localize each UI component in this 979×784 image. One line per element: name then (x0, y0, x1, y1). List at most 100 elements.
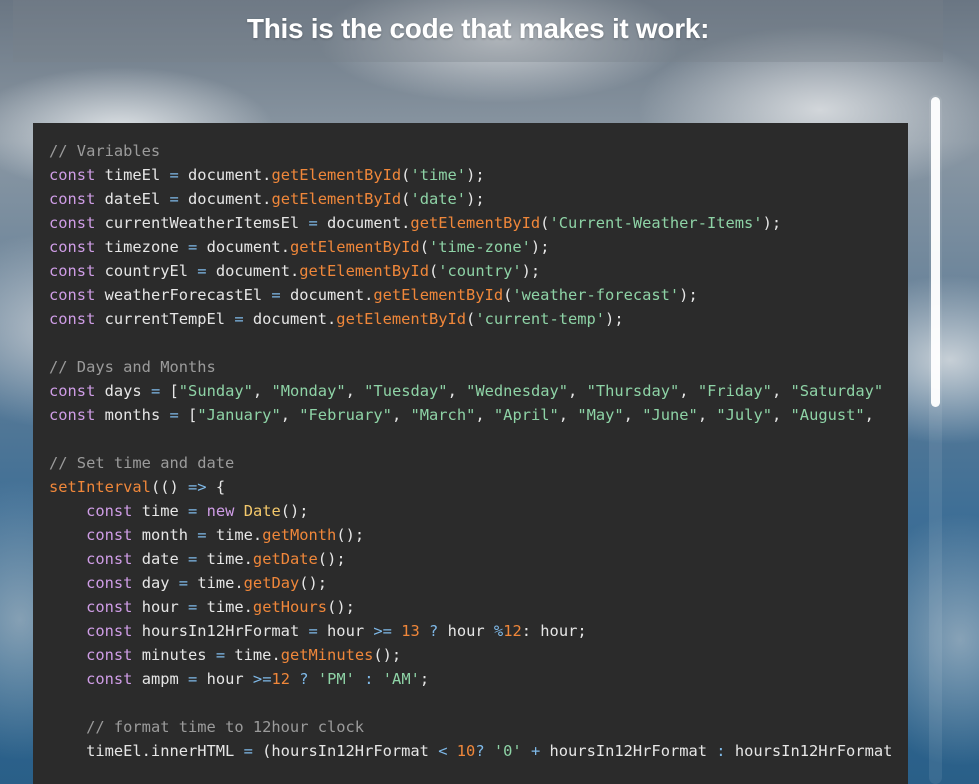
code-line: // format time to 12hour clock (49, 715, 908, 739)
code-text: date (132, 550, 189, 568)
code-keyword: const (49, 382, 96, 400)
code-text: ( (428, 262, 439, 280)
code-string: "Tuesday" (364, 382, 448, 400)
code-text: currentWeatherItemsEl (95, 214, 309, 232)
code-operator: = (188, 502, 198, 520)
code-operator: = (188, 670, 198, 688)
code-text: ); (530, 238, 550, 256)
code-text: (); (373, 646, 402, 664)
code-keyword: const (86, 646, 133, 664)
code-text: months (95, 406, 170, 424)
code-text: [ (178, 406, 198, 424)
code-text: document. (197, 238, 290, 256)
code-text: : hour; (521, 622, 587, 640)
code-keyword: new (206, 502, 235, 520)
code-text: ); (679, 286, 698, 304)
code-string: 'date' (410, 190, 467, 208)
code-text: (); (280, 502, 309, 520)
scrollbar-thumb[interactable] (931, 97, 940, 407)
code-text: (() (150, 478, 189, 496)
code-string: "March" (410, 406, 476, 424)
code-operator: = (243, 742, 253, 760)
code-text: hoursIn12HrFormat (132, 622, 309, 640)
code-text: , (771, 406, 791, 424)
code-comment: // Days and Months (49, 358, 216, 376)
code-text: hour (317, 622, 374, 640)
code-keyword: const (49, 286, 96, 304)
code-text: minutes (132, 646, 216, 664)
code-string: 'time-zone' (428, 238, 531, 256)
code-string: 'Current-Weather-Items' (549, 214, 763, 232)
code-keyword: const (86, 622, 133, 640)
code-operator: => (188, 478, 207, 496)
code-function-name: getElementById (410, 214, 541, 232)
code-text: (); (299, 574, 328, 592)
code-string: "Thursday" (586, 382, 680, 400)
code-line: const month = time.getMonth(); (49, 523, 908, 547)
code-operator: + (530, 742, 541, 760)
code-text: hour (197, 670, 253, 688)
code-function-name: getElementById (336, 310, 467, 328)
code-string: 'time' (410, 166, 467, 184)
code-function-name: getElementById (271, 190, 402, 208)
code-text: days (95, 382, 151, 400)
code-text: , (280, 406, 300, 424)
code-line: const time = new Date(); (49, 499, 908, 523)
code-operator: = (169, 166, 179, 184)
code-text: document. (280, 286, 374, 304)
code-keyword: const (86, 550, 133, 568)
code-function-name: getDay (243, 574, 300, 592)
code-string: "Friday" (697, 382, 772, 400)
code-keyword: const (86, 526, 133, 544)
code-operator: % (493, 622, 504, 640)
code-string: "January" (197, 406, 281, 424)
code-string: 'current-temp' (475, 310, 606, 328)
code-text: ); (521, 262, 541, 280)
code-line: const timezone = document.getElementById… (49, 235, 908, 259)
code-function-name: getElementById (299, 262, 429, 280)
code-number: 12 (271, 670, 291, 688)
code-operator: = (234, 310, 244, 328)
code-line: const minutes = time.getMinutes(); (49, 643, 908, 667)
code-text: countryEl (95, 262, 198, 280)
code-line: const countryEl = document.getElementByI… (49, 259, 908, 283)
code-text: , (864, 406, 874, 424)
code-string: "May" (577, 406, 624, 424)
code-number: 13 (401, 622, 420, 640)
code-operator: = (197, 262, 207, 280)
code-class-name: Date (243, 502, 281, 520)
code-operator: = (271, 286, 281, 304)
code-text: month (132, 526, 198, 544)
code-operator: = (188, 598, 198, 616)
code-keyword: const (86, 598, 133, 616)
code-line: const currentTempEl = document.getElemen… (49, 307, 908, 331)
code-text: timeEl.innerHTML (49, 742, 244, 760)
code-string: "Sunday" (178, 382, 253, 400)
code-comment: // format time to 12hour clock (86, 718, 365, 736)
code-keyword: const (86, 670, 133, 688)
code-text: (); (336, 526, 365, 544)
code-line: // Variables (49, 139, 908, 163)
code-text: ( (503, 286, 513, 304)
code-string: 'PM' (317, 670, 355, 688)
code-operator: ? (475, 742, 494, 760)
code-text: hour (438, 622, 494, 640)
code-text: time. (225, 646, 281, 664)
code-text: [ (160, 382, 179, 400)
code-text: hour (132, 598, 189, 616)
code-line: const day = time.getDay(); (49, 571, 908, 595)
